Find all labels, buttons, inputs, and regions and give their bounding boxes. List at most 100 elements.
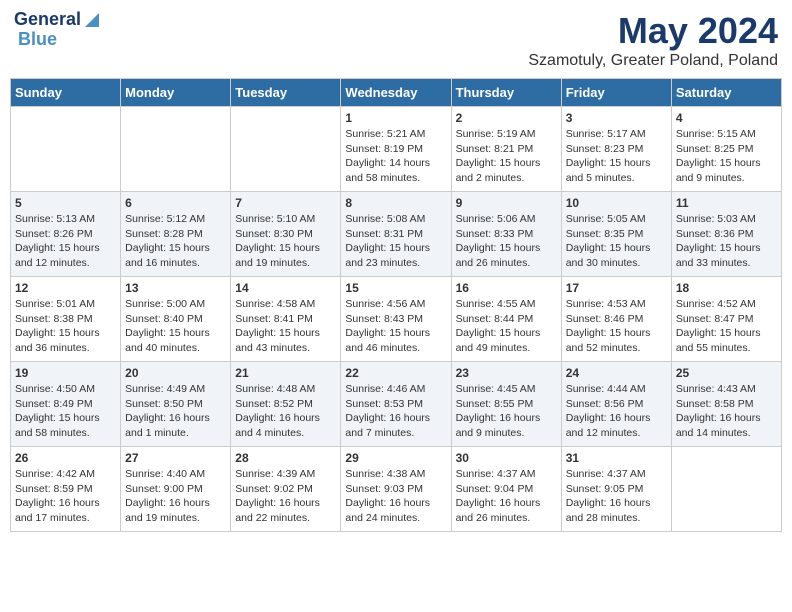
header-wednesday: Wednesday	[341, 79, 451, 107]
logo-triangle-icon	[81, 11, 99, 29]
day-info: Sunrise: 4:42 AM Sunset: 8:59 PM Dayligh…	[15, 467, 116, 526]
day-info: Sunrise: 5:00 AM Sunset: 8:40 PM Dayligh…	[125, 297, 226, 356]
day-number: 16	[456, 281, 557, 295]
day-number: 6	[125, 196, 226, 210]
calendar-week-2: 5Sunrise: 5:13 AM Sunset: 8:26 PM Daylig…	[11, 192, 782, 277]
day-info: Sunrise: 4:44 AM Sunset: 8:56 PM Dayligh…	[566, 382, 667, 441]
day-info: Sunrise: 4:39 AM Sunset: 9:02 PM Dayligh…	[235, 467, 336, 526]
subtitle: Szamotuly, Greater Poland, Poland	[528, 52, 778, 70]
day-info: Sunrise: 5:17 AM Sunset: 8:23 PM Dayligh…	[566, 127, 667, 186]
day-info: Sunrise: 4:55 AM Sunset: 8:44 PM Dayligh…	[456, 297, 557, 356]
calendar-table: SundayMondayTuesdayWednesdayThursdayFrid…	[10, 78, 782, 532]
calendar-cell: 7Sunrise: 5:10 AM Sunset: 8:30 PM Daylig…	[231, 192, 341, 277]
calendar-cell: 8Sunrise: 5:08 AM Sunset: 8:31 PM Daylig…	[341, 192, 451, 277]
day-info: Sunrise: 4:49 AM Sunset: 8:50 PM Dayligh…	[125, 382, 226, 441]
calendar-cell: 17 Sunrise: 4:53 AM Sunset: 8:46 PM Dayli…	[561, 277, 671, 362]
day-number: 5	[15, 196, 116, 210]
calendar-cell	[231, 107, 341, 192]
calendar-cell: 26 Sunrise: 4:42 AM Sunset: 8:59 PM Dayli…	[11, 447, 121, 532]
day-info: Sunrise: 4:46 AM Sunset: 8:53 PM Dayligh…	[345, 382, 446, 441]
day-number: 7	[235, 196, 336, 210]
day-number: 22	[345, 366, 446, 380]
day-number: 30	[456, 451, 557, 465]
calendar-week-4: 19 Sunrise: 4:50 AM Sunset: 8:49 PM Dayli…	[11, 362, 782, 447]
calendar-cell: 11 Sunrise: 5:03 AM Sunset: 8:36 PM Dayli…	[671, 192, 781, 277]
day-number: 21	[235, 366, 336, 380]
day-info: Sunrise: 5:03 AM Sunset: 8:36 PM Dayligh…	[676, 212, 777, 271]
day-number: 3	[566, 111, 667, 125]
day-info: Sunrise: 5:06 AM Sunset: 8:33 PM Dayligh…	[456, 212, 557, 271]
day-info: Sunrise: 5:12 AM Sunset: 8:28 PM Dayligh…	[125, 212, 226, 271]
day-number: 9	[456, 196, 557, 210]
calendar-cell: 9 Sunrise: 5:06 AM Sunset: 8:33 PM Daylig…	[451, 192, 561, 277]
calendar-cell: 2 Sunrise: 5:19 AM Sunset: 8:21 PM Daylig…	[451, 107, 561, 192]
calendar-cell: 6 Sunrise: 5:12 AM Sunset: 8:28 PM Daylig…	[121, 192, 231, 277]
calendar-cell: 18Sunrise: 4:52 AM Sunset: 8:47 PM Dayli…	[671, 277, 781, 362]
day-info: Sunrise: 4:45 AM Sunset: 8:55 PM Dayligh…	[456, 382, 557, 441]
calendar-cell: 21Sunrise: 4:48 AM Sunset: 8:52 PM Dayli…	[231, 362, 341, 447]
day-number: 24	[566, 366, 667, 380]
logo: General Blue	[14, 10, 99, 50]
day-number: 28	[235, 451, 336, 465]
logo-text-blue: Blue	[18, 30, 57, 50]
day-number: 20	[125, 366, 226, 380]
day-number: 10	[566, 196, 667, 210]
day-info: Sunrise: 5:05 AM Sunset: 8:35 PM Dayligh…	[566, 212, 667, 271]
calendar-cell: 1Sunrise: 5:21 AM Sunset: 8:19 PM Daylig…	[341, 107, 451, 192]
calendar-week-5: 26 Sunrise: 4:42 AM Sunset: 8:59 PM Dayli…	[11, 447, 782, 532]
calendar-cell: 20 Sunrise: 4:49 AM Sunset: 8:50 PM Dayli…	[121, 362, 231, 447]
day-number: 23	[456, 366, 557, 380]
day-number: 31	[566, 451, 667, 465]
day-info: Sunrise: 5:08 AM Sunset: 8:31 PM Dayligh…	[345, 212, 446, 271]
calendar-cell: 31 Sunrise: 4:37 AM Sunset: 9:05 PM Dayli…	[561, 447, 671, 532]
day-number: 25	[676, 366, 777, 380]
day-number: 19	[15, 366, 116, 380]
day-number: 11	[676, 196, 777, 210]
day-info: Sunrise: 4:56 AM Sunset: 8:43 PM Dayligh…	[345, 297, 446, 356]
day-info: Sunrise: 4:53 AM Sunset: 8:46 PM Dayligh…	[566, 297, 667, 356]
day-info: Sunrise: 4:37 AM Sunset: 9:04 PM Dayligh…	[456, 467, 557, 526]
day-number: 29	[345, 451, 446, 465]
header-thursday: Thursday	[451, 79, 561, 107]
day-info: Sunrise: 4:38 AM Sunset: 9:03 PM Dayligh…	[345, 467, 446, 526]
day-info: Sunrise: 4:52 AM Sunset: 8:47 PM Dayligh…	[676, 297, 777, 356]
header-saturday: Saturday	[671, 79, 781, 107]
day-number: 4	[676, 111, 777, 125]
calendar-cell: 25 Sunrise: 4:43 AM Sunset: 8:58 PM Dayli…	[671, 362, 781, 447]
calendar-cell: 10 Sunrise: 5:05 AM Sunset: 8:35 PM Dayli…	[561, 192, 671, 277]
day-info: Sunrise: 4:37 AM Sunset: 9:05 PM Dayligh…	[566, 467, 667, 526]
calendar-cell: 22 Sunrise: 4:46 AM Sunset: 8:53 PM Dayli…	[341, 362, 451, 447]
header-tuesday: Tuesday	[231, 79, 341, 107]
title-section: May 2024 Szamotuly, Greater Poland, Pola…	[528, 10, 778, 70]
calendar-cell: 28 Sunrise: 4:39 AM Sunset: 9:02 PM Dayli…	[231, 447, 341, 532]
calendar-cell: 3 Sunrise: 5:17 AM Sunset: 8:23 PM Daylig…	[561, 107, 671, 192]
day-number: 1	[345, 111, 446, 125]
day-number: 17	[566, 281, 667, 295]
day-info: Sunrise: 4:50 AM Sunset: 8:49 PM Dayligh…	[15, 382, 116, 441]
calendar-cell: 30 Sunrise: 4:37 AM Sunset: 9:04 PM Dayli…	[451, 447, 561, 532]
day-number: 26	[15, 451, 116, 465]
header-friday: Friday	[561, 79, 671, 107]
page-header: General Blue May 2024 Szamotuly, Greater…	[10, 10, 782, 70]
calendar-cell	[121, 107, 231, 192]
calendar-cell: 27Sunrise: 4:40 AM Sunset: 9:00 PM Dayli…	[121, 447, 231, 532]
day-number: 27	[125, 451, 226, 465]
day-info: Sunrise: 4:43 AM Sunset: 8:58 PM Dayligh…	[676, 382, 777, 441]
day-number: 2	[456, 111, 557, 125]
calendar-cell	[671, 447, 781, 532]
calendar-cell: 15Sunrise: 4:56 AM Sunset: 8:43 PM Dayli…	[341, 277, 451, 362]
header-sunday: Sunday	[11, 79, 121, 107]
calendar-week-1: 1Sunrise: 5:21 AM Sunset: 8:19 PM Daylig…	[11, 107, 782, 192]
calendar-header-row: SundayMondayTuesdayWednesdayThursdayFrid…	[11, 79, 782, 107]
day-info: Sunrise: 5:19 AM Sunset: 8:21 PM Dayligh…	[456, 127, 557, 186]
day-number: 14	[235, 281, 336, 295]
header-monday: Monday	[121, 79, 231, 107]
day-info: Sunrise: 4:58 AM Sunset: 8:41 PM Dayligh…	[235, 297, 336, 356]
logo-text-general: General	[14, 10, 81, 30]
day-number: 12	[15, 281, 116, 295]
calendar-cell: 4Sunrise: 5:15 AM Sunset: 8:25 PM Daylig…	[671, 107, 781, 192]
calendar-cell: 5Sunrise: 5:13 AM Sunset: 8:26 PM Daylig…	[11, 192, 121, 277]
day-number: 13	[125, 281, 226, 295]
calendar-cell	[11, 107, 121, 192]
calendar-cell: 16 Sunrise: 4:55 AM Sunset: 8:44 PM Dayli…	[451, 277, 561, 362]
